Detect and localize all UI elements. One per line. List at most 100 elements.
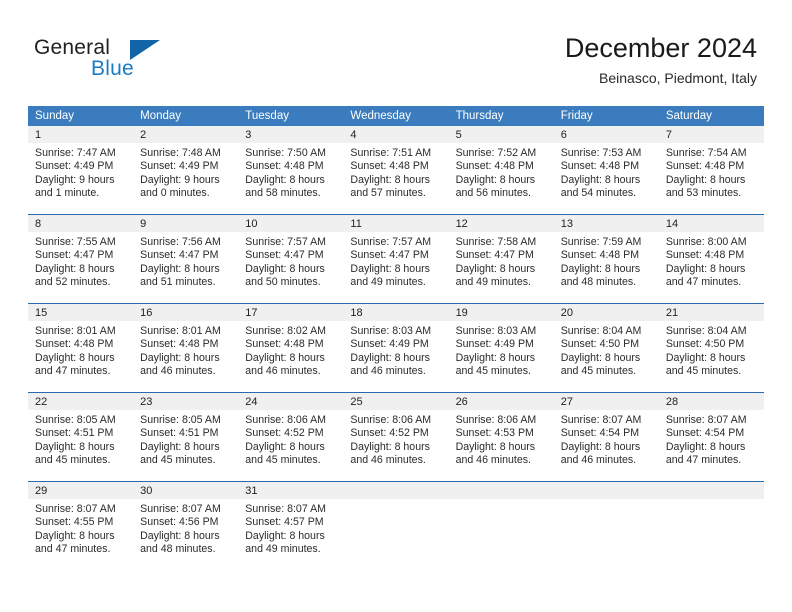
sunset-text: Sunset: 4:50 PM (665, 338, 745, 351)
day-number: 17 (238, 304, 344, 321)
day-details: Sunrise: 8:02 AM Sunset: 4:48 PM Dayligh… (238, 321, 343, 385)
day-cell[interactable]: 31 Sunrise: 8:07 AM Sunset: 4:57 PM Dayl… (238, 482, 344, 570)
sunrise-text: Sunrise: 7:47 AM (35, 147, 116, 159)
sunset-text: Sunset: 4:56 PM (140, 516, 219, 529)
day-cell[interactable]: 15 Sunrise: 8:01 AM Sunset: 4:48 PM Dayl… (28, 304, 134, 392)
day-cell[interactable]: 16 Sunrise: 8:01 AM Sunset: 4:48 PM Dayl… (133, 304, 239, 392)
daylight-line1: Daylight: 9 hours (140, 173, 220, 186)
day-cell[interactable]: 17 Sunrise: 8:02 AM Sunset: 4:48 PM Dayl… (238, 304, 344, 392)
daylight-line2: and 46 minutes. (350, 365, 426, 378)
day-cell[interactable]: 12 Sunrise: 7:58 AM Sunset: 4:47 PM Dayl… (448, 215, 554, 303)
sunset-text: Sunset: 4:47 PM (35, 249, 114, 262)
day-cell[interactable]: 21 Sunrise: 8:04 AM Sunset: 4:50 PM Dayl… (658, 304, 764, 392)
day-number: 28 (658, 393, 764, 410)
day-number: 25 (343, 393, 449, 410)
daylight-line2: and 45 minutes. (665, 365, 742, 378)
day-details: Sunrise: 7:54 AM Sunset: 4:48 PM Dayligh… (659, 143, 764, 207)
daylight-line2: and 49 minutes. (245, 543, 321, 556)
day-cell[interactable]: 23 Sunrise: 8:05 AM Sunset: 4:51 PM Dayl… (133, 393, 239, 481)
sunrise-text: Sunrise: 7:58 AM (455, 236, 537, 248)
sunrise-text: Sunrise: 8:03 AM (455, 325, 537, 337)
day-cell[interactable]: 19 Sunrise: 8:03 AM Sunset: 4:49 PM Dayl… (448, 304, 554, 392)
sunrise-text: Sunrise: 7:50 AM (245, 147, 326, 159)
day-number: 20 (553, 304, 659, 321)
weekday-header-wednesday: Wednesday (350, 110, 411, 122)
day-details: Sunrise: 7:51 AM Sunset: 4:48 PM Dayligh… (343, 143, 448, 207)
day-details: Sunrise: 8:07 AM Sunset: 4:57 PM Dayligh… (238, 499, 343, 563)
daylight-line1: Daylight: 8 hours (140, 529, 220, 542)
day-details: Sunrise: 7:58 AM Sunset: 4:47 PM Dayligh… (449, 232, 554, 296)
day-cell[interactable]: 28 Sunrise: 8:07 AM Sunset: 4:54 PM Dayl… (658, 393, 764, 481)
logo-general-blue[interactable]: General Blue (34, 36, 234, 90)
day-details: Sunrise: 7:47 AM Sunset: 4:49 PM Dayligh… (28, 143, 133, 207)
day-number: 21 (658, 304, 764, 321)
day-cell[interactable]: 25 Sunrise: 8:06 AM Sunset: 4:52 PM Dayl… (343, 393, 449, 481)
calendar-page: General Blue December 2024 Beinasco, Pie… (0, 0, 792, 612)
day-number: 9 (133, 215, 239, 232)
title-block: December 2024 Beinasco, Piedmont, Italy (565, 32, 757, 87)
weekday-header-friday: Friday (560, 110, 593, 122)
day-cell[interactable]: 8 Sunrise: 7:55 AM Sunset: 4:47 PM Dayli… (28, 215, 134, 303)
day-cell-empty (448, 482, 554, 570)
day-cell[interactable]: 13 Sunrise: 7:59 AM Sunset: 4:48 PM Dayl… (553, 215, 659, 303)
sunrise-text: Sunrise: 8:05 AM (140, 414, 221, 426)
day-number: 4 (343, 126, 449, 143)
daylight-line2: and 45 minutes. (140, 454, 216, 467)
day-details: Sunrise: 7:57 AM Sunset: 4:47 PM Dayligh… (238, 232, 343, 296)
sunset-text: Sunset: 4:54 PM (560, 427, 640, 440)
day-cell[interactable]: 5 Sunrise: 7:52 AM Sunset: 4:48 PM Dayli… (448, 126, 554, 214)
day-cell[interactable]: 9 Sunrise: 7:56 AM Sunset: 4:47 PM Dayli… (133, 215, 239, 303)
daylight-line2: and 46 minutes. (245, 365, 321, 378)
day-number: 5 (448, 126, 554, 143)
day-cell[interactable]: 18 Sunrise: 8:03 AM Sunset: 4:49 PM Dayl… (343, 304, 449, 392)
day-cell[interactable]: 4 Sunrise: 7:51 AM Sunset: 4:48 PM Dayli… (343, 126, 449, 214)
day-details (343, 499, 448, 509)
sunset-text: Sunset: 4:51 PM (140, 427, 219, 440)
day-cell[interactable]: 2 Sunrise: 7:48 AM Sunset: 4:49 PM Dayli… (133, 126, 239, 214)
daylight-line1: Daylight: 8 hours (140, 262, 220, 275)
daylight-line2: and 45 minutes. (35, 454, 111, 467)
sunset-text: Sunset: 4:48 PM (455, 160, 534, 173)
day-details: Sunrise: 8:00 AM Sunset: 4:48 PM Dayligh… (659, 232, 764, 296)
day-cell[interactable]: 20 Sunrise: 8:04 AM Sunset: 4:50 PM Dayl… (553, 304, 659, 392)
day-details: Sunrise: 8:04 AM Sunset: 4:50 PM Dayligh… (659, 321, 764, 385)
day-cell[interactable]: 27 Sunrise: 8:07 AM Sunset: 4:54 PM Dayl… (553, 393, 659, 481)
day-details: Sunrise: 8:03 AM Sunset: 4:49 PM Dayligh… (343, 321, 448, 385)
sunset-text: Sunset: 4:49 PM (350, 338, 429, 351)
daylight-line2: and 47 minutes. (35, 365, 111, 378)
sunrise-text: Sunrise: 7:55 AM (35, 236, 116, 248)
day-cell[interactable]: 11 Sunrise: 7:57 AM Sunset: 4:47 PM Dayl… (343, 215, 449, 303)
daylight-line1: Daylight: 8 hours (560, 262, 641, 275)
day-details: Sunrise: 8:07 AM Sunset: 4:55 PM Dayligh… (28, 499, 133, 563)
day-cell[interactable]: 6 Sunrise: 7:53 AM Sunset: 4:48 PM Dayli… (553, 126, 659, 214)
logo-triangle-icon (130, 40, 160, 60)
day-cell[interactable]: 7 Sunrise: 7:54 AM Sunset: 4:48 PM Dayli… (658, 126, 764, 214)
day-number: 15 (28, 304, 134, 321)
daylight-line2: and 49 minutes. (455, 276, 531, 289)
daylight-line1: Daylight: 8 hours (560, 351, 641, 364)
day-cell[interactable]: 30 Sunrise: 8:07 AM Sunset: 4:56 PM Dayl… (133, 482, 239, 570)
daylight-line2: and 48 minutes. (140, 543, 216, 556)
day-cell[interactable]: 10 Sunrise: 7:57 AM Sunset: 4:47 PM Dayl… (238, 215, 344, 303)
day-cell[interactable]: 3 Sunrise: 7:50 AM Sunset: 4:48 PM Dayli… (238, 126, 344, 214)
sunrise-text: Sunrise: 8:07 AM (665, 414, 747, 426)
sunrise-text: Sunrise: 8:01 AM (140, 325, 221, 337)
weekday-header-row: Sunday Monday Tuesday Wednesday Thursday… (28, 106, 764, 126)
day-details: Sunrise: 8:05 AM Sunset: 4:51 PM Dayligh… (133, 410, 238, 474)
daylight-line2: and 47 minutes. (35, 543, 111, 556)
day-cell[interactable]: 22 Sunrise: 8:05 AM Sunset: 4:51 PM Dayl… (28, 393, 134, 481)
day-cell[interactable]: 29 Sunrise: 8:07 AM Sunset: 4:55 PM Dayl… (28, 482, 134, 570)
day-cell[interactable]: 26 Sunrise: 8:06 AM Sunset: 4:53 PM Dayl… (448, 393, 554, 481)
daylight-line1: Daylight: 8 hours (350, 351, 430, 364)
sunrise-text: Sunrise: 7:53 AM (560, 147, 642, 159)
day-number: 12 (448, 215, 554, 232)
day-number: 24 (238, 393, 344, 410)
sunrise-text: Sunrise: 8:02 AM (245, 325, 326, 337)
week-row: 15 Sunrise: 8:01 AM Sunset: 4:48 PM Dayl… (28, 303, 764, 392)
day-cell[interactable]: 1 Sunrise: 7:47 AM Sunset: 4:49 PM Dayli… (28, 126, 134, 214)
sunset-text: Sunset: 4:49 PM (455, 338, 534, 351)
day-cell[interactable]: 14 Sunrise: 8:00 AM Sunset: 4:48 PM Dayl… (658, 215, 764, 303)
sunset-text: Sunset: 4:57 PM (245, 516, 324, 529)
daylight-line2: and 52 minutes. (35, 276, 111, 289)
day-cell[interactable]: 24 Sunrise: 8:06 AM Sunset: 4:52 PM Dayl… (238, 393, 344, 481)
